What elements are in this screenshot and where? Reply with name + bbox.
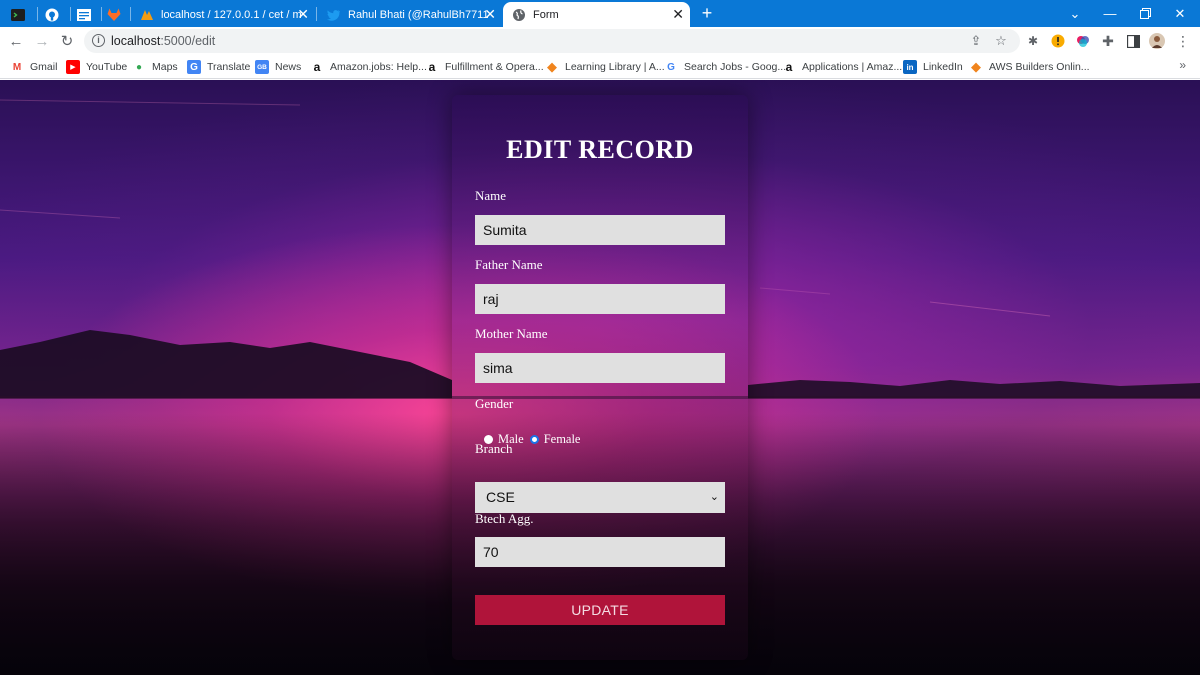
bug-extension-icon[interactable]: ✱: [1024, 32, 1042, 50]
address-bar[interactable]: i localhost:5000/edit ⇪ ☆: [84, 29, 1020, 53]
tab-terminal[interactable]: [10, 2, 32, 27]
tab-separator: [37, 7, 38, 21]
bookmark-search-jobs[interactable]: G Search Jobs - Goog...: [664, 59, 786, 75]
bookmark-gmail[interactable]: M Gmail: [10, 59, 58, 75]
mother-name-input[interactable]: sima: [475, 353, 725, 383]
name-label: Name: [475, 188, 507, 203]
bookmark-linkedin[interactable]: in LinkedIn: [903, 59, 963, 75]
site-info-icon[interactable]: i: [92, 34, 105, 47]
tab-title: Form: [533, 8, 559, 21]
tab-form[interactable]: Form ✕: [503, 2, 690, 27]
tab-grid[interactable]: [76, 2, 98, 27]
browser-toolbar: ← → ↻ i localhost:5000/edit ⇪ ☆: [0, 27, 1200, 55]
tab-twitter[interactable]: Rahul Bhati (@RahulBh7711330 ✕: [322, 2, 502, 27]
globe-icon: [511, 7, 527, 23]
tab-strip: localhost / 127.0.0.1 / cet / mgm ✕ Rahu…: [0, 0, 1200, 27]
share-icon[interactable]: ⇪: [967, 32, 985, 50]
bookmarks-bar: M Gmail ▶ YouTube ● Maps G Translate GB News …: [0, 55, 1200, 79]
form-title: EDIT RECORD: [506, 135, 694, 164]
new-tab-button[interactable]: +: [698, 4, 716, 22]
gitlab-icon: [106, 7, 122, 23]
edit-record-card: EDIT RECORD Name Sumita Father Name raj …: [452, 95, 748, 660]
tab-title: Rahul Bhati (@RahulBh7711330: [348, 8, 488, 21]
aws-icon: ◆: [547, 59, 557, 74]
terminal-icon: [10, 7, 26, 23]
branch-selected-value: CSE: [486, 489, 515, 505]
amazon-icon: a: [428, 60, 436, 74]
btech-agg-label: Btech Agg.: [475, 511, 534, 526]
close-tab-icon[interactable]: ✕: [297, 6, 309, 22]
tab-separator: [70, 7, 71, 21]
page-background: EDIT RECORD Name Sumita Father Name raj …: [0, 80, 1200, 675]
name-input[interactable]: Sumita: [475, 215, 725, 245]
youtube-icon: ▶: [66, 60, 80, 74]
google-icon: G: [667, 61, 675, 73]
aws-icon: ◆: [971, 59, 981, 74]
restore-icon[interactable]: [1128, 0, 1162, 27]
tab-separator: [130, 7, 131, 21]
bookmark-news[interactable]: GB News: [255, 59, 301, 75]
branch-label: Branch: [475, 441, 513, 456]
url-text[interactable]: localhost:5000/edit: [111, 34, 215, 48]
news-icon: GB: [255, 60, 269, 74]
tab-title: localhost / 127.0.0.1 / cet / mgm: [161, 8, 301, 21]
close-tab-icon[interactable]: ✕: [672, 6, 684, 22]
menu-dots-icon[interactable]: ⋮: [1174, 32, 1192, 50]
female-radio[interactable]: [529, 435, 539, 444]
bookmark-learning-library[interactable]: ◆ Learning Library | A...: [545, 59, 665, 75]
forward-arrow-icon[interactable]: →: [32, 31, 52, 51]
bookmark-star-icon[interactable]: ☆: [992, 32, 1010, 50]
warning-extension-icon[interactable]: [1049, 32, 1067, 50]
tab-separator: [101, 7, 102, 21]
tab-gitlab[interactable]: [106, 2, 128, 27]
bookmark-aws-builders[interactable]: ◆ AWS Builders Onlin...: [969, 59, 1090, 75]
update-button[interactable]: UPDATE: [475, 595, 725, 625]
gmail-icon: M: [12, 61, 22, 73]
female-radio-label: Female: [543, 432, 581, 446]
colorful-extension-icon[interactable]: [1074, 32, 1092, 50]
close-tab-icon[interactable]: ✕: [484, 6, 496, 22]
github-icon: [44, 7, 60, 23]
chevron-down-icon: ⌄: [709, 491, 719, 503]
extensions-puzzle-icon[interactable]: ✚: [1099, 32, 1117, 50]
maps-icon: ●: [135, 61, 143, 73]
phpmyadmin-icon: [139, 7, 155, 23]
grid-icon: [76, 7, 92, 23]
father-name-input[interactable]: raj: [475, 284, 725, 314]
bookmark-applications[interactable]: a Applications | Amaz...: [782, 59, 903, 75]
reload-icon[interactable]: ↻: [57, 31, 77, 51]
side-panel-icon[interactable]: [1124, 32, 1142, 50]
branch-select[interactable]: CSE ⌄: [475, 482, 725, 513]
tab-search-icon[interactable]: ⌄: [1058, 0, 1092, 27]
bookmark-amazon-jobs[interactable]: a Amazon.jobs: Help...: [310, 59, 427, 75]
linkedin-icon: in: [903, 60, 917, 74]
bookmark-maps[interactable]: ● Maps: [132, 59, 178, 75]
bookmark-translate[interactable]: G Translate: [187, 59, 250, 75]
bookmark-fulfillment[interactable]: a Fulfillment & Opera...: [425, 59, 544, 75]
close-window-icon[interactable]: ✕: [1163, 0, 1197, 27]
btech-agg-input[interactable]: 70: [475, 537, 725, 567]
mother-name-label: Mother Name: [475, 326, 548, 341]
tab-github[interactable]: [44, 2, 66, 27]
gender-label: Gender: [475, 396, 514, 411]
more-bookmarks-icon[interactable]: »: [1179, 58, 1186, 72]
father-name-label: Father Name: [475, 257, 543, 272]
minimize-icon[interactable]: —: [1093, 0, 1127, 27]
translate-icon: G: [187, 60, 201, 74]
twitter-icon: [326, 7, 342, 23]
amazon-icon: a: [313, 60, 321, 74]
amazon-icon: a: [785, 60, 793, 74]
back-arrow-icon[interactable]: ←: [6, 31, 26, 51]
tab-separator: [316, 7, 317, 21]
profile-avatar-icon[interactable]: [1148, 32, 1166, 50]
tab-phpmyadmin[interactable]: localhost / 127.0.0.1 / cet / mgm ✕: [135, 2, 315, 27]
bookmark-youtube[interactable]: ▶ YouTube: [66, 59, 127, 75]
